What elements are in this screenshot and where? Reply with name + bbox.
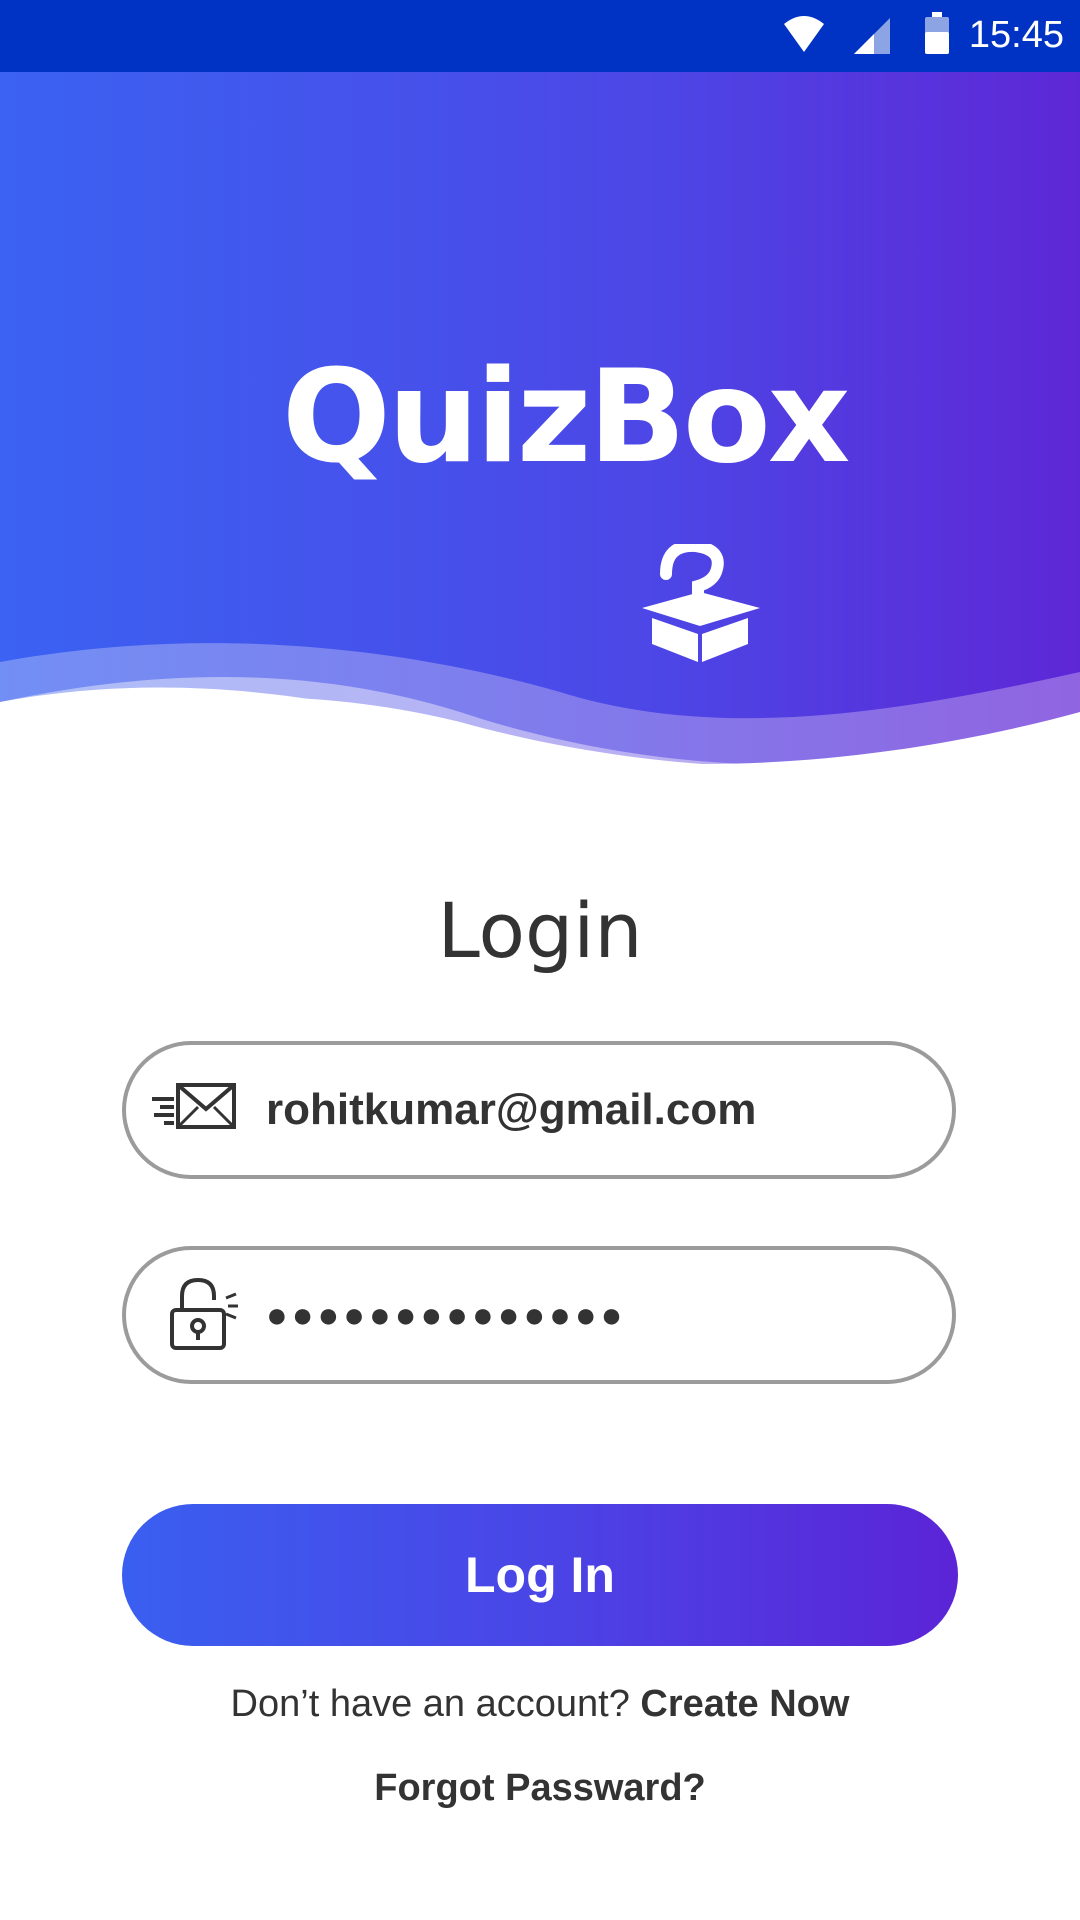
- password-field[interactable]: [122, 1246, 956, 1384]
- signup-prompt: Don’t have an account? Create Now: [0, 1680, 1080, 1728]
- brand-name: QuizBox: [282, 343, 850, 492]
- battery-icon: [924, 12, 950, 59]
- email-field[interactable]: [122, 1041, 956, 1179]
- no-account-text: Don’t have an account?: [230, 1683, 641, 1725]
- mail-icon: [150, 1075, 240, 1150]
- create-now-link[interactable]: Create Now: [640, 1683, 849, 1725]
- question-box-icon: [636, 539, 766, 669]
- log-in-button[interactable]: Log In: [122, 1504, 958, 1646]
- password-input[interactable]: [266, 1272, 916, 1358]
- wifi-icon: [782, 14, 826, 59]
- unlock-icon: [168, 1276, 240, 1357]
- email-input[interactable]: [266, 1067, 916, 1153]
- forgot-password-link[interactable]: Forgot Passward?: [0, 1764, 1080, 1812]
- status-time: 15:45: [968, 14, 1064, 56]
- page-title: Login: [437, 886, 643, 975]
- signal-icon: [852, 16, 892, 61]
- status-bar: 15:45: [0, 0, 1080, 72]
